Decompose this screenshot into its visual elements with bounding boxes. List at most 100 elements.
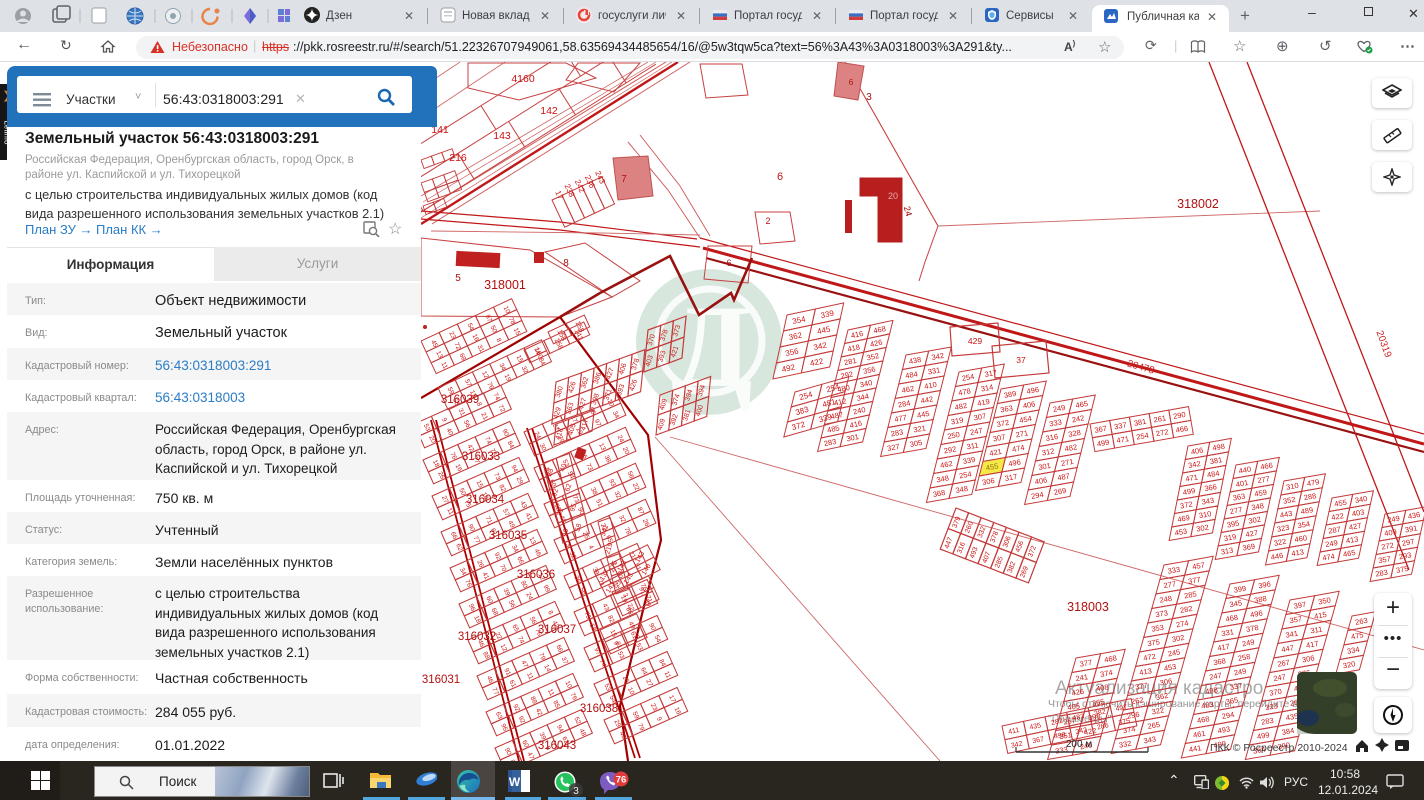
svg-text:443: 443	[1279, 509, 1293, 520]
svg-text:378: 378	[1245, 623, 1259, 634]
svg-text:7: 7	[621, 174, 627, 185]
svg-text:478: 478	[958, 386, 972, 397]
svg-text:446: 446	[1270, 551, 1284, 562]
svg-text:382: 382	[1007, 561, 1018, 575]
svg-text:294: 294	[1221, 710, 1235, 721]
svg-text:331: 331	[927, 365, 941, 376]
svg-text:283: 283	[823, 437, 837, 448]
svg-text:285: 285	[994, 556, 1005, 570]
svg-text:249: 249	[1233, 666, 1247, 677]
svg-text:20319: 20319	[1373, 329, 1393, 359]
svg-text:34: 34	[497, 362, 507, 372]
svg-text:6: 6	[726, 258, 731, 268]
svg-text:353: 353	[1151, 623, 1165, 634]
svg-text:453: 453	[1163, 662, 1177, 673]
svg-text:468: 468	[1104, 653, 1118, 664]
svg-text:492: 492	[781, 362, 796, 374]
svg-text:283: 283	[1375, 568, 1389, 579]
svg-text:436: 436	[1407, 510, 1421, 521]
svg-text:417: 417	[1217, 642, 1231, 653]
svg-text:322: 322	[1151, 705, 1165, 716]
svg-text:31: 31	[476, 344, 486, 354]
svg-text:290: 290	[1172, 410, 1186, 421]
svg-text:316043: 316043	[538, 740, 576, 752]
svg-text:442: 442	[920, 394, 934, 405]
svg-text:348: 348	[955, 484, 969, 495]
svg-text:316036: 316036	[517, 569, 555, 581]
svg-text:350: 350	[1318, 595, 1332, 606]
svg-text:340: 340	[1354, 494, 1368, 505]
svg-text:454: 454	[1019, 414, 1033, 425]
svg-text:496: 496	[1008, 457, 1022, 468]
svg-text:372: 372	[1179, 500, 1193, 511]
svg-text:72: 72	[452, 341, 462, 351]
svg-text:419: 419	[977, 397, 991, 408]
svg-text:440: 440	[1238, 465, 1252, 476]
svg-text:427: 427	[1348, 521, 1362, 532]
svg-text:269: 269	[1053, 486, 1067, 497]
svg-text:496: 496	[1249, 608, 1263, 619]
svg-text:23: 23	[447, 331, 457, 341]
svg-text:493: 493	[1217, 724, 1231, 735]
svg-text:352: 352	[1282, 495, 1296, 506]
svg-text:427: 427	[578, 397, 588, 410]
svg-text:396: 396	[1258, 579, 1272, 590]
svg-text:317: 317	[984, 368, 998, 379]
svg-text:4: 4	[587, 544, 595, 551]
svg-text:316: 316	[956, 541, 967, 555]
svg-text:248: 248	[1159, 594, 1173, 605]
svg-text:269: 269	[1019, 565, 1030, 579]
svg-text:312: 312	[1041, 446, 1055, 457]
svg-text:422: 422	[809, 356, 824, 368]
svg-text:261: 261	[1153, 413, 1167, 424]
svg-text:4160: 4160	[511, 73, 535, 85]
svg-text:249: 249	[1387, 514, 1401, 525]
svg-text:334: 334	[1346, 645, 1360, 656]
svg-text:46: 46	[561, 528, 570, 538]
svg-text:499: 499	[1256, 730, 1270, 741]
svg-text:453: 453	[1174, 527, 1188, 538]
svg-text:389: 389	[1003, 389, 1017, 400]
svg-text:249: 249	[1325, 538, 1339, 549]
svg-text:317: 317	[1004, 472, 1018, 483]
svg-text:316031: 316031	[422, 674, 460, 686]
svg-text:471: 471	[1116, 434, 1130, 445]
svg-text:378: 378	[631, 358, 641, 371]
svg-text:263: 263	[1354, 616, 1368, 627]
svg-text:327: 327	[886, 442, 900, 453]
svg-text:457: 457	[1192, 560, 1206, 571]
svg-text:411: 411	[1008, 727, 1020, 736]
svg-text:397: 397	[1293, 600, 1307, 611]
svg-text:143: 143	[493, 130, 511, 142]
svg-text:484: 484	[905, 369, 919, 380]
svg-text:466: 466	[1260, 461, 1274, 472]
svg-text:13: 13	[434, 350, 444, 360]
svg-text:249: 249	[1241, 637, 1255, 648]
svg-text:319: 319	[1223, 532, 1237, 543]
svg-text:339: 339	[820, 308, 835, 320]
svg-text:267: 267	[1277, 658, 1291, 669]
svg-text:219: 219	[604, 542, 614, 555]
svg-text:366: 366	[1204, 482, 1218, 493]
svg-text:441: 441	[1188, 743, 1202, 754]
svg-text:357: 357	[1289, 614, 1303, 625]
svg-text:272: 272	[1381, 541, 1395, 552]
svg-text:456: 456	[1015, 540, 1026, 554]
svg-text:484: 484	[1206, 469, 1220, 480]
svg-text:487: 487	[830, 410, 844, 421]
svg-text:372: 372	[1027, 545, 1038, 559]
svg-text:265: 265	[1147, 720, 1161, 731]
svg-text:283: 283	[1260, 716, 1274, 727]
svg-text:413: 413	[1345, 534, 1359, 545]
svg-text:417: 417	[1305, 639, 1319, 650]
svg-text:254: 254	[958, 469, 972, 480]
svg-text:342: 342	[813, 340, 828, 352]
svg-text:277: 277	[1163, 579, 1177, 590]
svg-text:314: 314	[980, 382, 994, 393]
svg-text:247: 247	[1273, 672, 1287, 683]
svg-text:369: 369	[1242, 542, 1256, 553]
svg-text:8: 8	[563, 258, 569, 269]
svg-text:435: 435	[1285, 711, 1299, 722]
svg-text:288: 288	[1303, 491, 1317, 502]
svg-text:258: 258	[1237, 652, 1251, 663]
